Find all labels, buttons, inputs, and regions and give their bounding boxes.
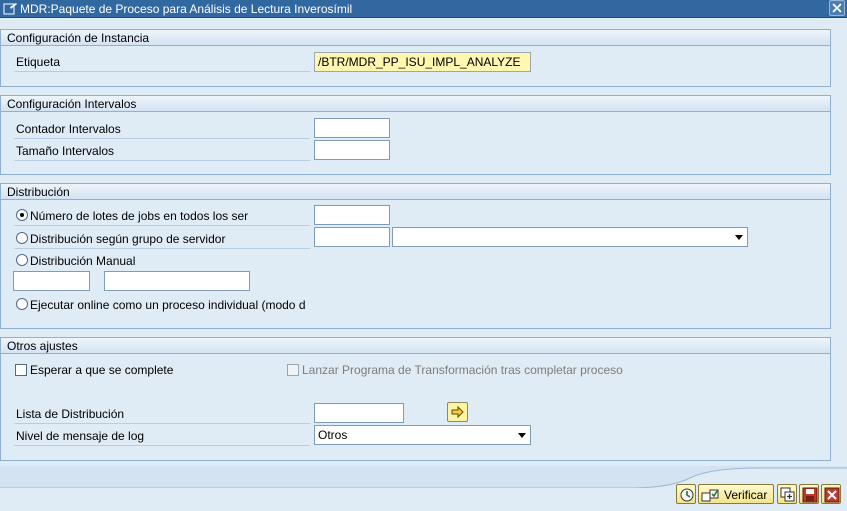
lotes-input[interactable]	[314, 205, 390, 225]
chevron-down-icon	[735, 235, 743, 240]
etiqueta-label: Etiqueta	[16, 55, 61, 69]
tamano-label: Tamaño Intervalos	[16, 144, 115, 158]
group-header: Configuración Intervalos	[1, 96, 830, 112]
group-header: Configuración de Instancia	[1, 30, 830, 46]
group-header: Otros ajustes	[1, 338, 830, 354]
title-bar: MDR:Paquete de Proceso para Análisis de …	[0, 0, 847, 18]
radio-manual[interactable]	[16, 254, 28, 266]
lista-input[interactable]	[314, 403, 404, 423]
esperar-checkbox[interactable]	[15, 364, 27, 376]
window-edit-icon	[2, 1, 18, 17]
arrow-right-icon[interactable]	[447, 402, 468, 422]
nivel-label: Nivel de mensaje de log	[16, 429, 145, 443]
group-title-instancia: Configuración de Instancia	[7, 31, 150, 45]
group-title-distribucion: Distribución	[7, 185, 70, 199]
manual-input-1[interactable]	[13, 271, 90, 291]
group-distribucion: Distribución Número de lotes de jobs en …	[0, 183, 831, 329]
radio-lotes[interactable]	[16, 209, 28, 221]
label-underline	[14, 445, 310, 446]
close-icon[interactable]	[829, 0, 845, 16]
group-intervalos: Configuración Intervalos Contador Interv…	[0, 95, 831, 175]
grupo-input[interactable]	[314, 227, 390, 247]
radio-lotes-label[interactable]: Número de lotes de jobs en todos los ser	[30, 209, 248, 223]
label-underline	[14, 71, 310, 72]
copy-button[interactable]	[777, 484, 797, 504]
cancel-button[interactable]	[821, 484, 841, 504]
check-icon	[701, 489, 719, 502]
group-title-intervalos: Configuración Intervalos	[7, 97, 137, 111]
grupo-select[interactable]	[392, 227, 748, 247]
group-otros: Otros ajustes Esperar a que se complete …	[0, 337, 831, 461]
contador-label: Contador Intervalos	[16, 122, 121, 136]
nivel-select-value: Otros	[318, 428, 348, 442]
radio-grupo[interactable]	[16, 232, 28, 244]
etiqueta-field[interactable]: /BTR/MDR_PP_ISU_IMPL_ANALYZE	[314, 52, 531, 72]
radio-grupo-label[interactable]: Distribución según grupo de servidor	[30, 232, 225, 246]
execute-icon	[680, 488, 694, 502]
group-header: Distribución	[1, 184, 830, 200]
lista-label: Lista de Distribución	[16, 407, 125, 421]
lanzar-checkbox	[287, 364, 299, 376]
group-title-otros: Otros ajustes	[7, 339, 78, 353]
verificar-button[interactable]: Verificar	[698, 484, 774, 504]
cancel-icon	[824, 487, 840, 503]
group-instancia: Configuración de Instancia Etiqueta /BTR…	[0, 29, 831, 87]
label-underline	[14, 225, 310, 226]
radio-manual-label[interactable]: Distribución Manual	[30, 254, 135, 268]
chevron-down-icon	[518, 433, 526, 438]
nivel-select[interactable]: Otros	[314, 425, 531, 445]
radio-online-label[interactable]: Ejecutar online como un proceso individu…	[30, 298, 306, 312]
verificar-label: Verificar	[724, 488, 768, 502]
label-underline	[14, 160, 310, 161]
contador-input[interactable]	[314, 118, 390, 138]
radio-online[interactable]	[16, 298, 28, 310]
save-button[interactable]	[799, 484, 819, 504]
lanzar-label: Lanzar Programa de Transformación tras c…	[302, 363, 623, 377]
label-underline	[14, 248, 310, 249]
manual-input-2[interactable]	[104, 271, 250, 291]
esperar-label[interactable]: Esperar a que se complete	[30, 363, 173, 377]
label-underline	[14, 138, 310, 139]
execute-button[interactable]	[676, 484, 696, 504]
copy-icon	[780, 487, 795, 502]
window-title: MDR:Paquete de Proceso para Análisis de …	[20, 2, 353, 16]
save-icon	[802, 487, 818, 503]
tamano-input[interactable]	[314, 140, 390, 160]
label-underline	[14, 423, 310, 424]
